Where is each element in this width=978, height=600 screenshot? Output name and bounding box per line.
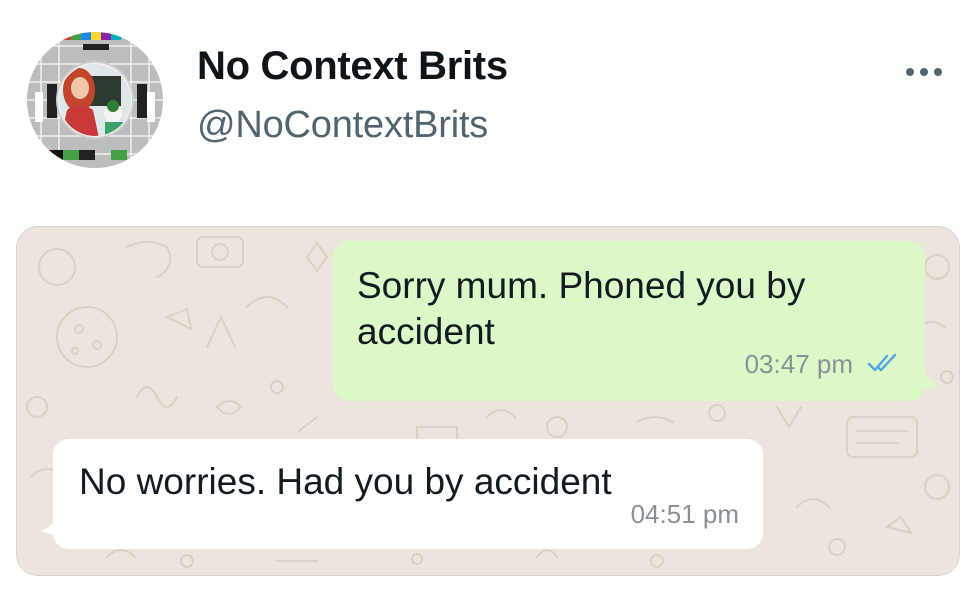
message-time: 03:47 pm <box>744 349 853 379</box>
double-check-read-icon <box>867 341 899 387</box>
more-horizontal-icon-dot <box>920 68 928 76</box>
outgoing-message-bubble[interactable]: Sorry mum. Phoned you by accident 03:47 … <box>333 241 925 401</box>
incoming-message-bubble[interactable]: No worries. Had you by accident 04:51 pm <box>53 439 763 549</box>
more-horizontal-icon <box>906 68 914 76</box>
tweet-card: No Context Brits @NoContextBrits Sorry m… <box>0 0 978 600</box>
message-meta: 03:47 pm <box>745 341 899 387</box>
chat-screenshot: Sorry mum. Phoned you by accident 03:47 … <box>16 226 960 576</box>
more-horizontal-icon-dot <box>934 68 942 76</box>
message-meta: 04:51 pm <box>631 491 739 537</box>
user-handle[interactable]: @NoContextBrits <box>197 104 488 147</box>
more-options-button[interactable] <box>896 58 952 86</box>
display-name[interactable]: No Context Brits <box>197 44 508 89</box>
message-time: 04:51 pm <box>630 499 739 529</box>
profile-avatar[interactable] <box>27 32 163 168</box>
test-card-avatar-icon <box>27 32 163 168</box>
